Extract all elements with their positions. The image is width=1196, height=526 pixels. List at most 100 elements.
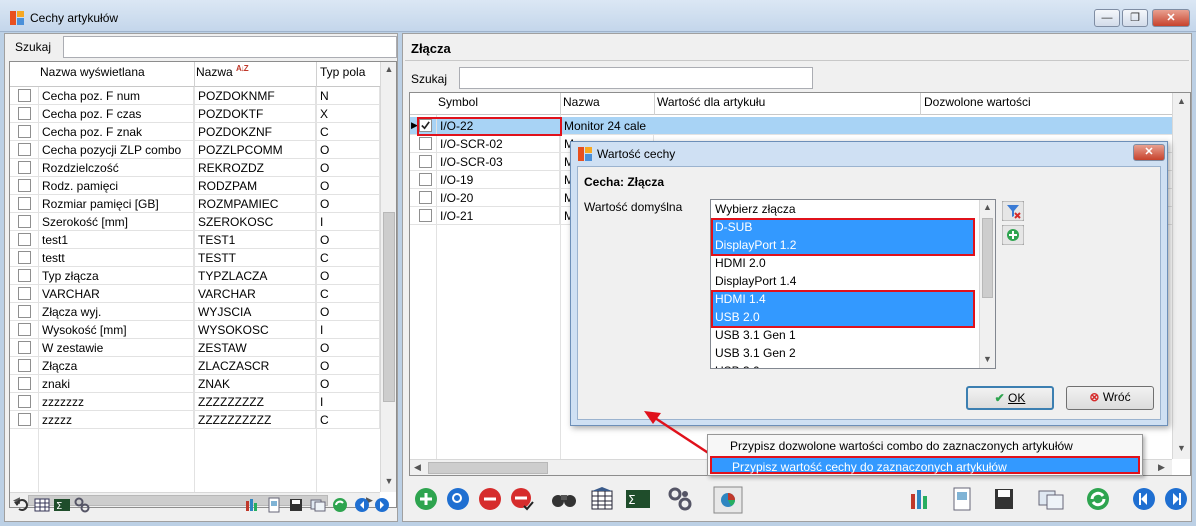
close-button[interactable]: ✕ — [1152, 9, 1190, 27]
last-page-icon[interactable] — [373, 496, 391, 514]
row-checkbox[interactable] — [18, 359, 31, 372]
col-allowed-values[interactable]: Dozwolone wartości — [924, 95, 1031, 109]
row-checkbox[interactable] — [18, 269, 31, 282]
feature-row[interactable]: Wysokość [mm] WYSOKOSC I — [10, 321, 380, 339]
row-checkbox[interactable] — [18, 143, 31, 156]
minimize-button[interactable]: — — [1094, 9, 1120, 27]
feature-row[interactable]: Rozdzielczość REKROZDZ O — [10, 159, 380, 177]
row-checkbox[interactable] — [18, 125, 31, 138]
undo-icon[interactable] — [13, 496, 31, 514]
ok-button[interactable]: ✔ OK — [966, 386, 1054, 410]
feature-row[interactable]: Rodz. pamięci RODZPAM O — [10, 177, 380, 195]
row-checkbox[interactable] — [18, 215, 31, 228]
delete-checked-icon[interactable] — [509, 486, 535, 512]
feature-row[interactable]: W zestawie ZESTAW O — [10, 339, 380, 357]
col-article-value[interactable]: Wartość dla artykułu — [657, 95, 765, 109]
col-article-name[interactable]: Nazwa — [563, 95, 600, 109]
search-edit-icon[interactable] — [445, 486, 471, 512]
binoculars-icon[interactable] — [551, 487, 577, 511]
feature-row[interactable]: VARCHAR VARCHAR C — [10, 285, 380, 303]
left-vertical-scrollbar[interactable]: ▲ ▼ — [380, 62, 396, 492]
feature-row[interactable]: Cecha poz. F czas POZDOKTF X — [10, 105, 380, 123]
right-scroll-left-icon[interactable]: ◀ — [414, 462, 421, 473]
menu-assign-feature-value[interactable]: Przypisz wartość cechy do zaznaczonych a… — [710, 456, 1140, 474]
go-last-icon[interactable] — [1163, 486, 1189, 512]
right-scroll-right-icon[interactable]: ▶ — [1158, 462, 1165, 473]
right-scroll-up-icon[interactable]: ▲ — [1173, 96, 1190, 106]
feature-row[interactable]: Cecha pozycji ZLP combo POZZLPCOMM O — [10, 141, 380, 159]
refresh-icon[interactable] — [331, 496, 349, 514]
feature-row[interactable]: Cecha poz. F num POZDOKNMF N — [10, 87, 380, 105]
article-checkbox[interactable] — [419, 155, 432, 168]
clear-filter-icon[interactable] — [1002, 201, 1024, 221]
value-option[interactable]: USB 3.1 Gen 2 — [713, 344, 975, 362]
options-icon[interactable] — [667, 486, 693, 512]
article-checkbox[interactable] — [419, 173, 432, 186]
article-checkbox[interactable] — [419, 209, 432, 222]
add-icon[interactable] — [413, 486, 439, 512]
scroll-up-icon[interactable]: ▲ — [381, 64, 396, 74]
first-page-icon[interactable] — [353, 496, 371, 514]
maximize-button[interactable]: ❐ — [1122, 9, 1148, 27]
article-checkbox[interactable] — [419, 137, 432, 150]
cascade-windows-icon[interactable] — [1037, 486, 1067, 512]
row-checkbox[interactable] — [18, 323, 31, 336]
document-icon[interactable] — [265, 496, 283, 514]
chart-report-icon[interactable] — [907, 486, 933, 512]
row-checkbox[interactable] — [18, 179, 31, 192]
go-first-icon[interactable] — [1131, 486, 1157, 512]
feature-row[interactable]: Rozmiar pamięci [GB] ROZMPAMIEC O — [10, 195, 380, 213]
assign-menu-icon[interactable] — [713, 486, 743, 514]
listbox-scroll-thumb[interactable] — [982, 218, 993, 298]
row-checkbox[interactable] — [18, 413, 31, 426]
floppy-icon[interactable] — [991, 486, 1017, 512]
right-vertical-scrollbar[interactable]: ▲ ▼ — [1172, 93, 1190, 459]
add-value-icon[interactable] — [1002, 225, 1024, 245]
feature-row[interactable]: zzzzz ZZZZZZZZZZ C — [10, 411, 380, 429]
row-checkbox[interactable] — [18, 89, 31, 102]
left-search-input[interactable] — [63, 36, 397, 58]
listbox-scroll-down-icon[interactable]: ▼ — [980, 354, 995, 364]
feature-row[interactable]: testt TESTT C — [10, 249, 380, 267]
refresh-green-icon[interactable] — [1085, 486, 1111, 512]
spreadsheet-icon[interactable] — [949, 486, 975, 512]
settings-icon[interactable] — [73, 496, 91, 514]
row-checkbox[interactable] — [18, 305, 31, 318]
value-option[interactable]: DisplayPort 1.4 — [713, 272, 975, 290]
feature-row[interactable]: zzzzzzz ZZZZZZZZZ I — [10, 393, 380, 411]
feature-row[interactable]: Szerokość [mm] SZEROKOSC I — [10, 213, 380, 231]
row-checkbox[interactable] — [18, 233, 31, 246]
value-option[interactable]: Wybierz złącza — [713, 200, 975, 218]
sum-icon[interactable]: Σ — [53, 496, 71, 514]
delete-icon[interactable] — [477, 486, 503, 512]
row-checkbox[interactable] — [18, 251, 31, 264]
report-icon[interactable] — [243, 496, 261, 514]
sum-columns-icon[interactable]: Σ — [625, 486, 651, 512]
feature-row[interactable]: test1 TEST1 O — [10, 231, 380, 249]
row-checkbox[interactable] — [18, 287, 31, 300]
feature-row[interactable]: Typ złącza TYPZLACZA O — [10, 267, 380, 285]
feature-row[interactable]: Cecha poz. F znak POZDOKZNF C — [10, 123, 380, 141]
listbox-scrollbar[interactable]: ▲ ▼ — [979, 200, 995, 368]
table-grid-icon[interactable] — [589, 486, 615, 512]
left-scroll-thumb[interactable] — [383, 212, 395, 402]
feature-row[interactable]: znaki ZNAK O — [10, 375, 380, 393]
article-checkbox[interactable] — [419, 191, 432, 204]
feature-row[interactable]: Złącza ZLACZASCR O — [10, 357, 380, 375]
right-scroll-down-icon[interactable]: ▼ — [1173, 443, 1190, 453]
col-name[interactable]: Nazwa — [196, 65, 233, 79]
table-icon[interactable] — [33, 496, 51, 514]
row-checkbox[interactable] — [18, 107, 31, 120]
right-search-input[interactable] — [459, 67, 813, 89]
dialog-close-button[interactable]: ✕ — [1133, 144, 1165, 161]
row-checkbox[interactable] — [18, 395, 31, 408]
menu-assign-allowed-values[interactable]: Przypisz dozwolone wartości combo do zaz… — [710, 437, 1140, 455]
row-checkbox[interactable] — [18, 197, 31, 210]
value-option[interactable]: USB 3.0 — [713, 362, 975, 368]
col-type[interactable]: Typ pola — [320, 65, 365, 79]
right-hscroll-thumb[interactable] — [428, 462, 548, 474]
col-display-name[interactable]: Nazwa wyświetlana — [40, 65, 145, 79]
value-option[interactable]: HDMI 2.0 — [713, 254, 975, 272]
feature-row[interactable]: Złącza wyj. WYJSCIA O — [10, 303, 380, 321]
row-checkbox[interactable] — [18, 341, 31, 354]
